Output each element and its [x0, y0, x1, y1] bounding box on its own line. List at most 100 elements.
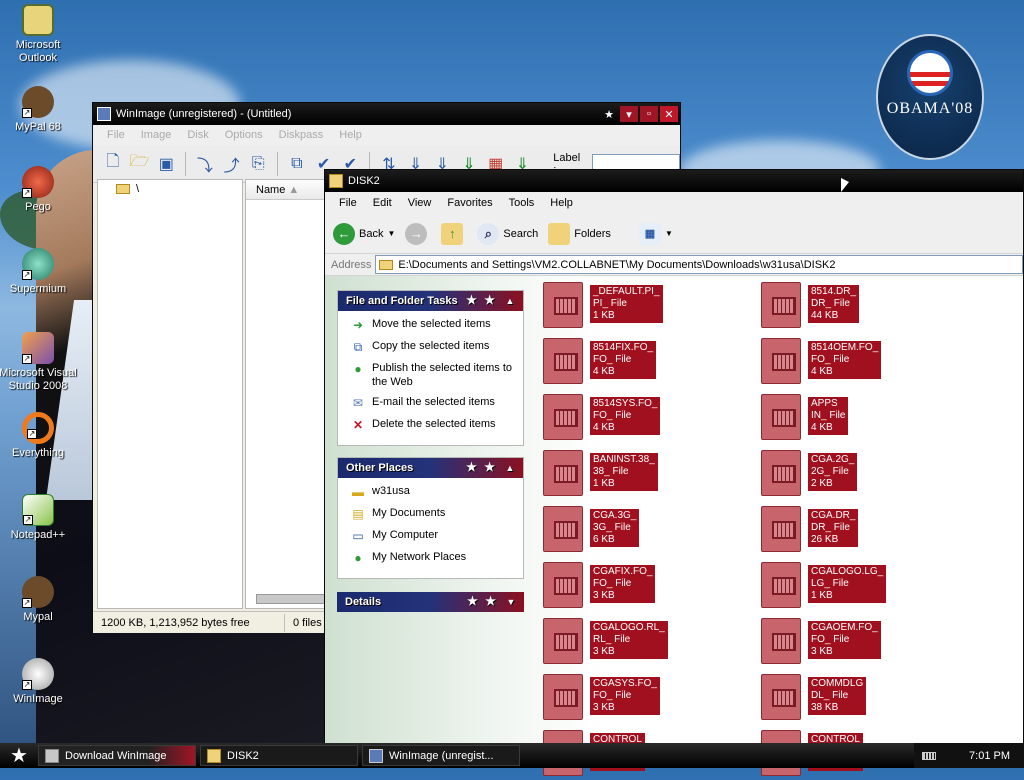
menu-help[interactable]: Help: [542, 197, 581, 209]
format-disk-icon[interactable]: ⎘: [246, 151, 270, 177]
taskbar-item-disk2[interactable]: DISK2: [200, 745, 358, 766]
details-panel-header[interactable]: Details ★ ★ ▼: [337, 592, 524, 612]
task-move[interactable]: ➜ Move the selected items: [350, 317, 515, 333]
task-copy[interactable]: ⧉ Copy the selected items: [350, 339, 515, 355]
file-size: 26 KB: [811, 534, 839, 545]
winimage-title: WinImage (unregistered) - (Untitled): [116, 108, 292, 120]
place-my-network[interactable]: ● My Network Places: [350, 550, 515, 566]
minimize-button[interactable]: ▾: [620, 106, 638, 122]
stars-icon: ★ ★: [466, 460, 497, 474]
file-label: COMMDLG DL_ File 38 KB: [808, 677, 867, 715]
copy-icon[interactable]: ⧉: [285, 151, 309, 177]
file-item[interactable]: 8514OEM.FO_ FO_ File 4 KB: [761, 338, 961, 388]
file-icon: [543, 562, 583, 608]
copy-icon: ⧉: [353, 340, 363, 354]
clock[interactable]: 7:01 PM: [969, 750, 1010, 762]
desktop-icon-mypal68[interactable]: ↗ MyPal 68: [0, 86, 78, 134]
file-item[interactable]: CGAFIX.FO_ FO_ File 3 KB: [543, 562, 743, 612]
file-item[interactable]: CGAOEM.FO_ FO_ File 3 KB: [761, 618, 961, 668]
close-button[interactable]: ✕: [660, 106, 678, 122]
desktop-icon-supermium[interactable]: ↗ Supermium: [0, 248, 78, 296]
task-email[interactable]: ✉ E-mail the selected items: [350, 395, 515, 411]
taskbar-item-download-winimage[interactable]: Download WinImage: [38, 745, 196, 766]
file-item[interactable]: CGA.3G_ 3G_ File 6 KB: [543, 506, 743, 556]
file-item[interactable]: CGALOGO.RL_ RL_ File 3 KB: [543, 618, 743, 668]
keyboard-icon[interactable]: [922, 751, 936, 760]
write-disk-icon[interactable]: ⤴: [220, 151, 244, 177]
file-item[interactable]: CGALOGO.LG_ LG_ File 1 KB: [761, 562, 961, 612]
place-my-documents[interactable]: ▤ My Documents: [350, 506, 515, 522]
open-folder-icon[interactable]: 🗁: [128, 151, 152, 177]
chevron-down-icon: ▼: [387, 229, 396, 238]
chevron-down-icon: ▼: [664, 229, 673, 238]
address-input[interactable]: E:\Documents and Settings\VM2.COLLABNET\…: [375, 255, 1023, 274]
file-item[interactable]: CGA.DR_ DR_ File 26 KB: [761, 506, 961, 556]
new-file-icon[interactable]: 🗋: [101, 151, 125, 177]
column-header-label: Name: [256, 184, 286, 196]
task-publish[interactable]: ● Publish the selected items to the Web: [350, 361, 515, 389]
menu-file[interactable]: File: [99, 129, 133, 141]
explorer-titlebar[interactable]: DISK2: [325, 170, 1023, 192]
file-item[interactable]: 8514FIX.FO_ FO_ File 4 KB: [543, 338, 743, 388]
forward-button[interactable]: →: [405, 222, 431, 245]
back-button[interactable]: ← Back ▼: [333, 222, 396, 245]
collapse-chevron-icon[interactable]: ▲: [503, 294, 517, 308]
file-item[interactable]: CGA.2G_ 2G_ File 2 KB: [761, 450, 961, 500]
collapse-chevron-icon[interactable]: ▲: [503, 461, 517, 475]
winimage-folder-tree[interactable]: \: [97, 179, 243, 609]
places-panel-title: Other Places: [346, 462, 414, 474]
maximize-button[interactable]: ▫: [640, 106, 658, 122]
menu-favorites[interactable]: Favorites: [439, 197, 500, 209]
tree-root-item[interactable]: \: [98, 180, 242, 195]
file-item[interactable]: CGASYS.FO_ FO_ File 3 KB: [543, 674, 743, 724]
menu-disk[interactable]: Disk: [179, 129, 216, 141]
start-button[interactable]: ★: [0, 743, 38, 768]
campaign-badge: OBAMA'08: [876, 34, 984, 160]
desktop-icon-everything[interactable]: ↗ Everything: [0, 412, 78, 460]
desktop-icon-outlook[interactable]: Microsoft Outlook: [0, 4, 78, 65]
task-delete[interactable]: ✕ Delete the selected items: [350, 417, 515, 433]
file-item[interactable]: COMMDLG DL_ File 38 KB: [761, 674, 961, 724]
file-name: COMMDLG: [811, 678, 864, 689]
views-button[interactable]: ▦ ▼: [638, 222, 673, 245]
menu-view[interactable]: View: [400, 197, 440, 209]
menu-help[interactable]: Help: [331, 129, 370, 141]
folders-button[interactable]: Folders: [548, 222, 611, 245]
menu-file[interactable]: File: [331, 197, 365, 209]
menu-image[interactable]: Image: [133, 129, 180, 141]
address-label: Address: [331, 258, 372, 271]
file-size: 1 KB: [593, 478, 615, 489]
tasks-panel-header[interactable]: File and Folder Tasks ★ ★ ▲: [338, 291, 523, 311]
visual-studio-icon: ↗: [22, 332, 54, 364]
pin-star-icon[interactable]: ★: [600, 106, 618, 122]
read-disk-icon[interactable]: ⤵: [193, 151, 217, 177]
save-disk-icon[interactable]: ▣: [154, 151, 178, 177]
back-arrow-icon: ←: [333, 222, 355, 245]
taskbar-item-winimage[interactable]: WinImage (unregist...: [362, 745, 520, 766]
desktop-icon-visual-studio[interactable]: ↗ Microsoft Visual Studio 2008: [0, 332, 78, 393]
file-item[interactable]: BANINST.38_ 38_ File 1 KB: [543, 450, 743, 500]
file-item[interactable]: 8514.DR_ DR_ File 44 KB: [761, 282, 961, 332]
place-my-computer[interactable]: ▭ My Computer: [350, 528, 515, 544]
menu-options[interactable]: Options: [217, 129, 271, 141]
notepadpp-icon: ↗: [22, 494, 54, 526]
desktop-icon-pego[interactable]: ↗ Pego: [0, 166, 78, 214]
winimage-titlebar[interactable]: WinImage (unregistered) - (Untitled) ★ ▾…: [93, 103, 680, 125]
desktop-icon-mypal[interactable]: ↗ Mypal: [0, 576, 78, 624]
column-header-name[interactable]: Name ▲: [246, 180, 326, 200]
file-item[interactable]: APPS IN_ File 4 KB: [761, 394, 961, 444]
place-w31usa[interactable]: ▬ w31usa: [350, 484, 515, 500]
search-button[interactable]: ⌕ Search: [477, 222, 538, 245]
file-item[interactable]: 8514SYS.FO_ FO_ File 4 KB: [543, 394, 743, 444]
menu-edit[interactable]: Edit: [365, 197, 400, 209]
back-label: Back: [359, 227, 384, 240]
expand-chevron-icon[interactable]: ▼: [504, 595, 518, 609]
up-folder-button[interactable]: ↑: [441, 222, 467, 245]
menu-tools[interactable]: Tools: [501, 197, 543, 209]
menu-diskpass[interactable]: Diskpass: [271, 129, 332, 141]
desktop-icon-notepadpp[interactable]: ↗ Notepad++: [0, 494, 78, 542]
desktop-icon-winimage[interactable]: ↗ WinImage: [0, 658, 78, 706]
places-panel-header[interactable]: Other Places ★ ★ ▲: [338, 458, 523, 478]
file-icon: [543, 618, 583, 664]
file-item[interactable]: _DEFAULT.PI_ PI_ File 1 KB: [543, 282, 743, 332]
